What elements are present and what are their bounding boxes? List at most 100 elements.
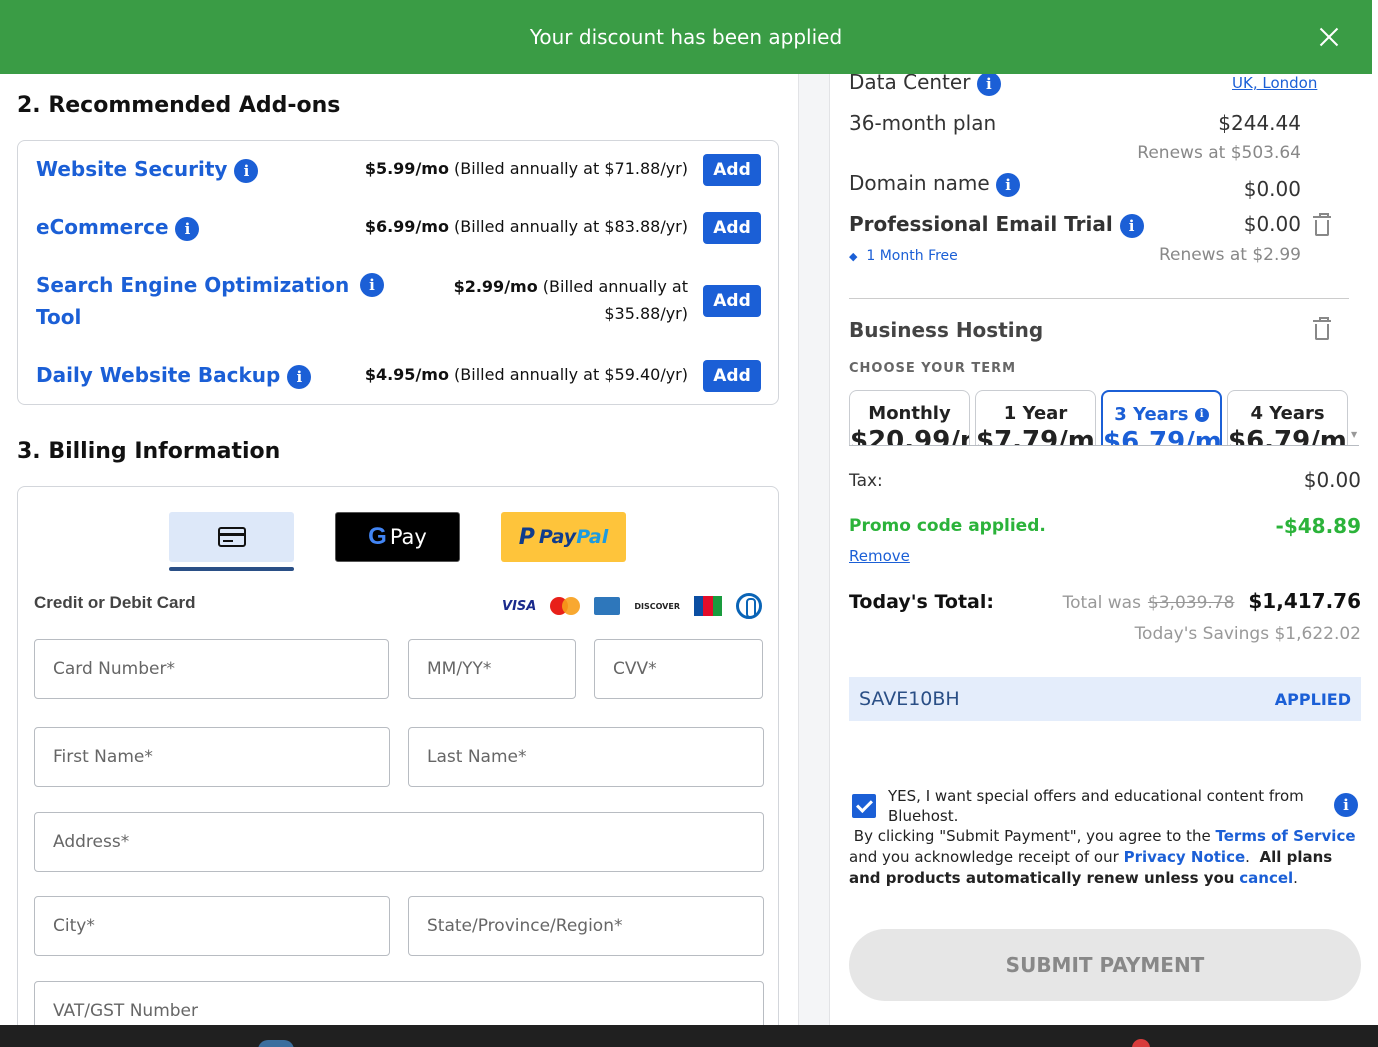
term-divider	[849, 445, 1359, 446]
amex-icon	[594, 597, 621, 615]
cvv-field[interactable]: CVV*	[594, 639, 763, 699]
paypal-icon: P	[518, 524, 535, 550]
promo-status: APPLIED	[1274, 689, 1351, 709]
scroll-arrow-icon[interactable]: ▼	[1351, 430, 1357, 439]
billing-panel: G Pay P Pay Pal Credit or Debit Card VISA D…	[17, 486, 779, 1025]
plan-price: $244.44	[1218, 111, 1301, 135]
total-row: Today's Total: Total was $3,039.78 $1,41…	[849, 589, 1361, 649]
add-website-security-button[interactable]: Add	[703, 154, 761, 186]
card-number-field[interactable]: Card Number*	[34, 639, 389, 699]
plan-label: 36-month plan	[849, 111, 997, 135]
legal-text: By clicking "Submit Payment", you agree …	[849, 827, 1356, 887]
add-daily-backup-button[interactable]: Add	[703, 360, 761, 392]
addon-name: Daily Website Backup i	[36, 359, 312, 391]
addon-price: $5.99/mo (Billed annually at $71.88/yr)	[364, 159, 688, 178]
marketing-consent-checkbox[interactable]	[852, 794, 876, 818]
info-icon[interactable]: i	[976, 71, 1001, 96]
info-icon[interactable]: i	[234, 158, 259, 183]
plan-renewal: Renews at $503.64	[1137, 143, 1301, 163]
credit-card-icon	[217, 527, 246, 547]
plan-row: 36-month plan $244.44 Renews at $503.64	[849, 111, 1301, 171]
addons-title: 2. Recommended Add-ons	[17, 93, 341, 118]
state-field[interactable]: State/Province/Region*	[408, 896, 764, 956]
divider	[849, 298, 1349, 299]
addon-name: eCommerce i	[36, 211, 200, 243]
first-name-field[interactable]: First Name*	[34, 727, 390, 787]
domain-label: Domain name i	[849, 171, 1021, 197]
promo-code-box[interactable]: SAVE10BH APPLIED	[849, 677, 1361, 721]
info-icon[interactable]: i	[1119, 213, 1144, 238]
mastercard-icon	[550, 597, 581, 615]
promo-discount: -$48.89	[1275, 514, 1361, 538]
remove-hosting-trash-icon[interactable]	[1313, 317, 1331, 340]
tax-row: Tax: $0.00	[849, 468, 1361, 498]
addon-name: Website Security i	[36, 153, 259, 185]
add-seo-tool-button[interactable]: Add	[703, 285, 761, 317]
term-label: CHOOSE YOUR TERM	[849, 361, 1017, 376]
info-icon[interactable]: i	[360, 273, 384, 297]
email-price: $0.00	[1243, 212, 1301, 236]
info-icon[interactable]: i	[1334, 793, 1358, 817]
city-field[interactable]: City*	[34, 896, 390, 956]
email-free-tag: ◆ 1 Month Free	[849, 248, 958, 264]
cancel-link[interactable]: cancel	[1239, 869, 1293, 887]
visa-icon: VISA	[502, 598, 537, 614]
term-1-year-tab[interactable]: 1 Year $7.79/mo	[975, 390, 1096, 446]
savings-text: Today's Savings $1,622.02	[1134, 624, 1361, 644]
card-payment-tab[interactable]	[169, 512, 294, 562]
column-divider	[798, 0, 830, 1025]
checkout-form: 2. Recommended Add-ons Website Security …	[0, 0, 798, 1025]
term-monthly-tab[interactable]: Monthly $20.99/mo	[849, 390, 970, 446]
submit-payment-button[interactable]: SUBMIT PAYMENT	[849, 929, 1361, 1001]
expiry-field[interactable]: MM/YY*	[408, 639, 576, 699]
total-amounts: Total was $3,039.78 $1,417.76	[1062, 589, 1361, 613]
taskbar-app-icon[interactable]	[258, 1040, 294, 1047]
close-icon[interactable]	[1312, 20, 1346, 54]
promo-label: Promo code applied.	[849, 516, 1046, 536]
domain-price: $0.00	[1243, 177, 1301, 201]
paypal-tab[interactable]: P Pay Pal	[501, 512, 626, 562]
info-icon[interactable]: i	[287, 364, 312, 389]
jcb-icon	[694, 596, 722, 616]
addon-price: $6.99/mo (Billed annually at $83.88/yr)	[364, 217, 688, 236]
remove-promo-link[interactable]: Remove	[849, 547, 910, 565]
remove-email-trash-icon[interactable]	[1313, 213, 1331, 236]
marketing-consent-label: YES, I want special offers and education…	[888, 787, 1304, 825]
addon-price: $4.95/mo (Billed annually at $59.40/yr)	[364, 365, 688, 384]
info-icon[interactable]: i	[175, 216, 200, 241]
email-row: Professional Email Trial i $0.00 ◆ 1 Mon…	[849, 212, 1301, 272]
addon-name: Search Engine Optimization Tool	[36, 273, 350, 329]
info-icon[interactable]: i	[1194, 408, 1209, 422]
info-icon[interactable]: i	[996, 172, 1021, 197]
google-g-icon: G	[368, 523, 387, 550]
addon-price: $2.99/mo (Billed annually at $35.88/yr)	[453, 277, 688, 323]
toast-message: Your discount has been applied	[529, 25, 843, 49]
promo-code: SAVE10BH	[859, 688, 960, 710]
active-tab-underline	[169, 567, 294, 571]
total-label: Today's Total:	[849, 591, 994, 613]
promo-row: Promo code applied. -$48.89	[849, 514, 1361, 544]
data-center-link[interactable]: UK, London	[1232, 74, 1317, 92]
vat-field[interactable]: VAT/GST Number	[34, 981, 764, 1025]
terms-of-service-link[interactable]: Terms of Service	[1216, 827, 1356, 845]
term-3-years-tab[interactable]: 3 Years i $6.79/mo	[1101, 390, 1222, 446]
hosting-title: Business Hosting	[849, 318, 1044, 342]
card-section-label: Credit or Debit Card	[34, 593, 196, 612]
add-ecommerce-button[interactable]: Add	[703, 212, 761, 244]
domain-row: Domain name i $0.00	[849, 171, 1301, 201]
last-name-field[interactable]: Last Name*	[408, 727, 764, 787]
email-label: Professional Email Trial i	[849, 212, 1144, 238]
order-summary: Data Center i UK, London 36-month plan $…	[830, 0, 1378, 1025]
card-brands: VISA DISCOVER	[502, 593, 762, 619]
taskbar	[0, 1025, 1378, 1047]
discover-icon: DISCOVER	[634, 601, 680, 611]
billing-title: 3. Billing Information	[17, 439, 281, 464]
google-pay-tab[interactable]: G Pay	[335, 512, 460, 562]
address-field[interactable]: Address*	[34, 812, 764, 872]
email-renewal: Renews at $2.99	[1158, 245, 1301, 265]
tag-icon: ◆	[849, 250, 858, 263]
tax-value: $0.00	[1303, 468, 1361, 492]
addons-panel: Website Security i $5.99/mo (Billed annu…	[17, 140, 779, 405]
term-4-years-tab[interactable]: 4 Years $6.79/mo	[1227, 390, 1348, 446]
privacy-notice-link[interactable]: Privacy Notice	[1124, 848, 1246, 866]
